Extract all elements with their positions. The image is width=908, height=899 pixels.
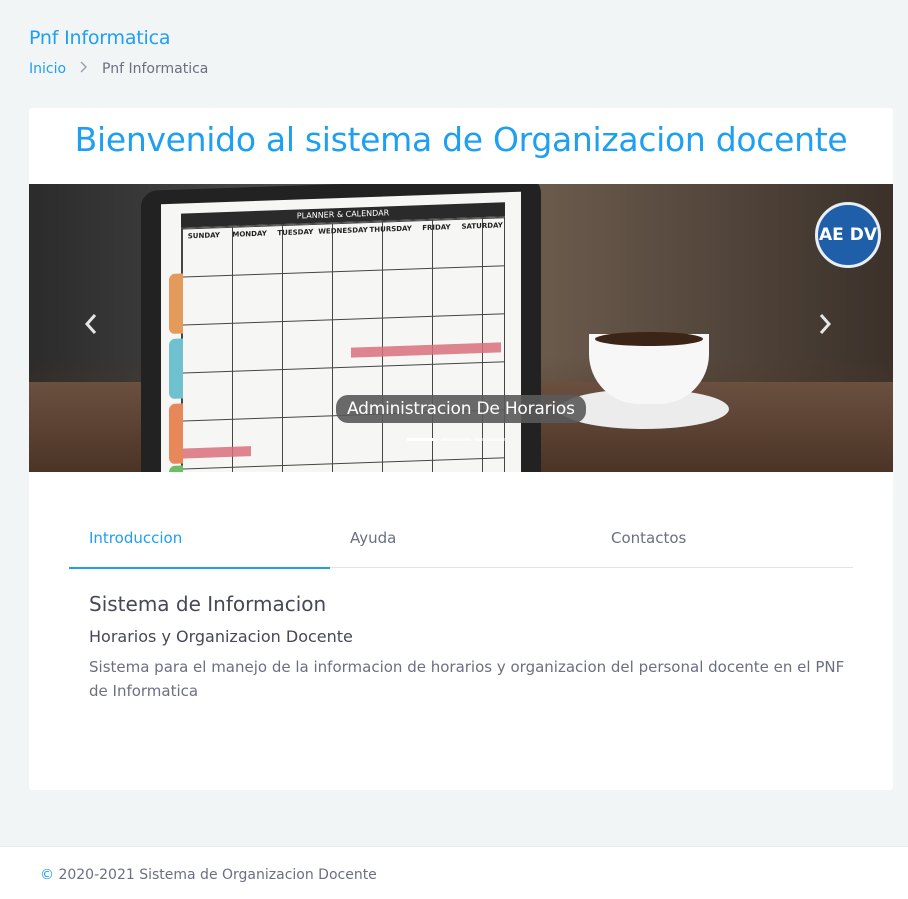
footer: © 2020-2021 Sistema de Organizacion Doce… bbox=[0, 846, 908, 899]
page-header: Pnf Informatica bbox=[29, 27, 171, 49]
breadcrumb: Inicio Pnf Informatica bbox=[29, 61, 208, 77]
planner-day: WEDNESDAY bbox=[318, 226, 368, 236]
welcome-title: Bienvenido al sistema de Organizacion do… bbox=[74, 120, 848, 159]
carousel-indicator[interactable] bbox=[441, 438, 471, 441]
planner-side-tab bbox=[169, 338, 183, 400]
content-subtitle: Horarios y Organizacion Docente bbox=[89, 627, 353, 646]
planner-day: SATURDAY bbox=[461, 221, 503, 231]
laptop-screen: PLANNER & CALENDAR SUNDAY MONDAY TUESDAY… bbox=[161, 191, 521, 472]
planner-side-tab bbox=[169, 403, 183, 465]
tab-content: Sistema de Informacion Horarios y Organi… bbox=[89, 592, 849, 703]
laptop-image: PLANNER & CALENDAR SUNDAY MONDAY TUESDAY… bbox=[141, 184, 541, 472]
breadcrumb-current: Pnf Informatica bbox=[102, 61, 209, 77]
planner-side-tab bbox=[169, 273, 183, 335]
main-card: Bienvenido al sistema de Organizacion do… bbox=[29, 108, 893, 790]
carousel-indicator[interactable] bbox=[475, 438, 505, 441]
content-text: Sistema para el manejo de la informacion… bbox=[89, 658, 845, 700]
carousel-indicators bbox=[407, 438, 505, 441]
copyright-icon: © bbox=[40, 867, 54, 883]
breadcrumb-home-link[interactable]: Inicio bbox=[29, 61, 66, 77]
carousel-caption: Administracion De Horarios bbox=[336, 395, 586, 423]
page-title: Pnf Informatica bbox=[29, 27, 171, 49]
planner-day: FRIDAY bbox=[422, 223, 451, 233]
chevron-left-icon[interactable] bbox=[79, 312, 103, 342]
content-title: Sistema de Informacion bbox=[89, 592, 327, 616]
image-carousel[interactable]: PLANNER & CALENDAR SUNDAY MONDAY TUESDAY… bbox=[29, 184, 893, 472]
planner-side-tab bbox=[169, 465, 183, 472]
planner-day: SUNDAY bbox=[187, 231, 220, 241]
footer-text: © 2020-2021 Sistema de Organizacion Doce… bbox=[40, 867, 377, 883]
tab-introduccion[interactable]: Introduccion bbox=[69, 523, 330, 569]
footer-copyright: 2020-2021 Sistema de Organizacion Docent… bbox=[58, 867, 377, 883]
carousel-indicator[interactable] bbox=[407, 438, 437, 441]
coffee-image bbox=[595, 332, 703, 346]
tab-ayuda[interactable]: Ayuda bbox=[330, 523, 591, 568]
planner-day: TUESDAY bbox=[277, 227, 314, 238]
planner-day: THURSDAY bbox=[369, 224, 412, 235]
tabs: Introduccion Ayuda Contactos bbox=[69, 523, 853, 569]
aedv-logo: AE DV bbox=[815, 202, 881, 268]
tab-contactos[interactable]: Contactos bbox=[591, 523, 852, 568]
breadcrumb-separator-icon bbox=[80, 61, 88, 77]
planner-day: MONDAY bbox=[232, 229, 267, 239]
chevron-right-icon[interactable] bbox=[813, 312, 837, 342]
